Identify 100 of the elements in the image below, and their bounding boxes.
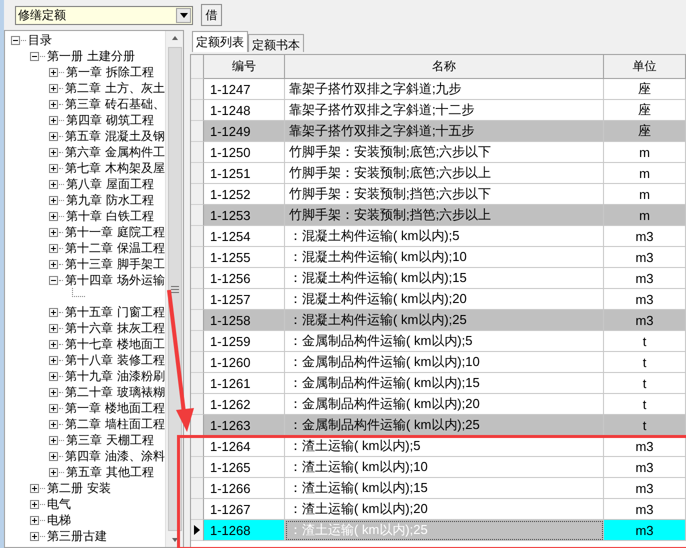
expander-icon[interactable] (49, 116, 58, 124)
expander-icon[interactable] (49, 340, 58, 348)
expander-icon[interactable] (49, 84, 58, 92)
expander-icon[interactable] (49, 196, 58, 204)
table-cell: 靠架子搭竹双排之字斜道;九步 (285, 79, 604, 100)
expander-icon[interactable] (49, 228, 58, 236)
expander-icon[interactable] (30, 500, 39, 508)
expander-icon[interactable] (49, 356, 58, 364)
scrollbar[interactable] (165, 31, 183, 547)
expander-icon[interactable] (49, 276, 58, 284)
expander-icon[interactable] (30, 52, 39, 60)
expander-icon[interactable] (49, 244, 58, 252)
tree-item[interactable]: 第十章 白铁工程 (66, 208, 154, 224)
tree-item[interactable]: 第八章 屋面工程 (66, 176, 154, 192)
table-row[interactable]: 1-1250 竹脚手架：安装预制;底笆;六步以下 m (191, 142, 686, 163)
table-cell: ：渣土运输( km以内);5 (285, 436, 604, 457)
tree-item[interactable]: 第四章 油漆、涂料 (65, 448, 165, 464)
expander-icon[interactable] (49, 404, 58, 412)
tree-item[interactable]: 第十五章 门窗工程 (65, 304, 165, 320)
table-cell: 靠架子搭竹双排之字斜道;十五步 (285, 121, 604, 142)
expander-icon[interactable] (49, 436, 58, 444)
tree-item[interactable]: 第二章 土方、灰土 (65, 80, 165, 96)
tab[interactable]: 定额书本 (248, 34, 304, 52)
quota-type-dropdown[interactable]: 修缮定额 (15, 6, 193, 24)
table-cell: 1-1250 (204, 142, 285, 163)
expander-icon[interactable] (49, 148, 58, 156)
row-header[interactable] (191, 520, 204, 541)
table-cell: 1-1265 (204, 457, 285, 478)
table-row[interactable]: 1-1255 ：混凝土构件运输( km以内);10 m3 (191, 247, 686, 268)
borrow-button[interactable]: 借 (201, 4, 222, 26)
table-row[interactable]: 1-1247 靠架子搭竹双排之字斜道;九步 座 (191, 79, 686, 100)
expander-icon[interactable] (49, 468, 58, 476)
expander-icon[interactable] (49, 372, 58, 380)
tree-item[interactable]: 第十九章 油漆粉刷 (65, 368, 165, 384)
table-row[interactable]: 1-1268 ：渣土运输( km以内);25 m3 (191, 520, 686, 541)
expander-icon[interactable] (49, 180, 58, 188)
expander-icon[interactable] (49, 212, 58, 220)
tree-item[interactable]: 第一册 土建分册 (47, 48, 135, 64)
tree-item[interactable]: 第三册古建 (47, 528, 107, 544)
column-header[interactable]: 名称 (285, 55, 604, 79)
table-row[interactable]: 1-1259 ：金属制品构件运输( km以内);5 t (191, 331, 686, 352)
table-row[interactable]: 1-1264 ：渣土运输( km以内);5 m3 (191, 436, 686, 457)
table-row[interactable]: 1-1249 靠架子搭竹双排之字斜道;十五步 座 (191, 121, 686, 142)
expander-icon[interactable] (30, 484, 39, 492)
tree-item[interactable]: 第二章 墙柱面工程 (65, 416, 165, 432)
table-row[interactable]: 1-1266 ：渣土运输( km以内);15 m3 (191, 478, 686, 499)
expander-icon[interactable] (49, 324, 58, 332)
table-row[interactable]: 1-1261 ：金属制品构件运输( km以内);15 t (191, 373, 686, 394)
expander-icon[interactable] (49, 100, 58, 108)
expander-icon[interactable] (49, 388, 58, 396)
column-header[interactable]: 编号 (204, 55, 285, 79)
tree-item[interactable]: 第三章 砖石基础、 (65, 96, 165, 112)
tree-item[interactable]: 第十四章 场外运输 (65, 272, 165, 288)
tree-item[interactable]: 第五章 其他工程 (66, 464, 154, 480)
table-cell: m (604, 205, 686, 226)
tree-item[interactable]: 第一章 楼地面工程 (65, 400, 165, 416)
table-cell: m3 (604, 520, 686, 541)
table-row[interactable]: 1-1253 竹脚手架：安装预制;挡笆;六步以上 m (191, 205, 686, 226)
expander-icon[interactable] (49, 308, 58, 316)
expander-icon[interactable] (49, 68, 58, 76)
table-row[interactable]: 1-1260 ：金属制品构件运输( km以内);10 t (191, 352, 686, 373)
tree-item[interactable]: 第六章 金属构件工 (65, 144, 165, 160)
table-cell: m3 (604, 247, 686, 268)
table-cell: m (604, 163, 686, 184)
tab[interactable]: 定额列表 (192, 31, 248, 52)
tree-item[interactable]: 第四章 砌筑工程 (66, 112, 154, 128)
tree-item[interactable]: 第十三章 脚手架工 (65, 256, 165, 272)
tree-item[interactable]: 第十六章 抹灰工程 (65, 320, 165, 336)
tree-item[interactable]: 电梯 (47, 512, 71, 528)
table-row[interactable]: 1-1263 ：金属制品构件运输( km以内);25 t (191, 415, 686, 436)
tree-item[interactable]: 第二十章 玻璃裱糊 (65, 384, 165, 400)
tree-item[interactable]: 第七章 木构架及屋 (65, 160, 165, 176)
expander-icon[interactable] (49, 164, 58, 172)
tree-item[interactable]: 第十八章 装修工程 (65, 352, 165, 368)
table-cell: 1-1251 (204, 163, 285, 184)
expander-icon[interactable] (30, 532, 39, 540)
tree-item[interactable]: 第一章 拆除工程 (66, 64, 154, 80)
tree-item[interactable]: 第九章 防水工程 (66, 192, 154, 208)
tree-item[interactable]: 目录 (28, 32, 52, 48)
tree-item[interactable]: 电气 (47, 496, 71, 512)
table-row[interactable]: 1-1254 ：混凝土构件运输( km以内);5 m3 (191, 226, 686, 247)
expander-icon[interactable] (49, 452, 58, 460)
expander-icon[interactable] (49, 132, 58, 140)
expander-icon[interactable] (49, 420, 58, 428)
tree-item[interactable]: 第十七章 楼地面工 (65, 336, 165, 352)
expander-icon[interactable] (11, 36, 20, 44)
table-row[interactable]: 1-1251 竹脚手架：安装预制;底笆;六步以上 m (191, 163, 686, 184)
expander-icon[interactable] (49, 260, 58, 268)
column-header[interactable]: 单位 (604, 55, 686, 79)
table-cell: ：金属制品构件运输( km以内);5 (285, 331, 604, 352)
table-cell: 1-1268 (204, 520, 285, 541)
tree-item[interactable]: 第二册 安装 (47, 480, 111, 496)
table-row[interactable]: 1-1265 ：渣土运输( km以内);10 m3 (191, 457, 686, 478)
tree-item[interactable]: 第十一章 庭院工程 (65, 224, 165, 240)
expander-icon[interactable] (30, 516, 39, 524)
table-row[interactable]: 1-1258 ：混凝土构件运输( km以内);25 m3 (191, 310, 686, 331)
tree-item[interactable]: 第十二章 保温工程 (65, 240, 165, 256)
table-row[interactable]: 1-1256 ：混凝土构件运输( km以内);15 m3 (191, 268, 686, 289)
tree-item[interactable]: 第五章 混凝土及钢 (65, 128, 165, 144)
tree-item[interactable]: 第三章 天棚工程 (66, 432, 154, 448)
